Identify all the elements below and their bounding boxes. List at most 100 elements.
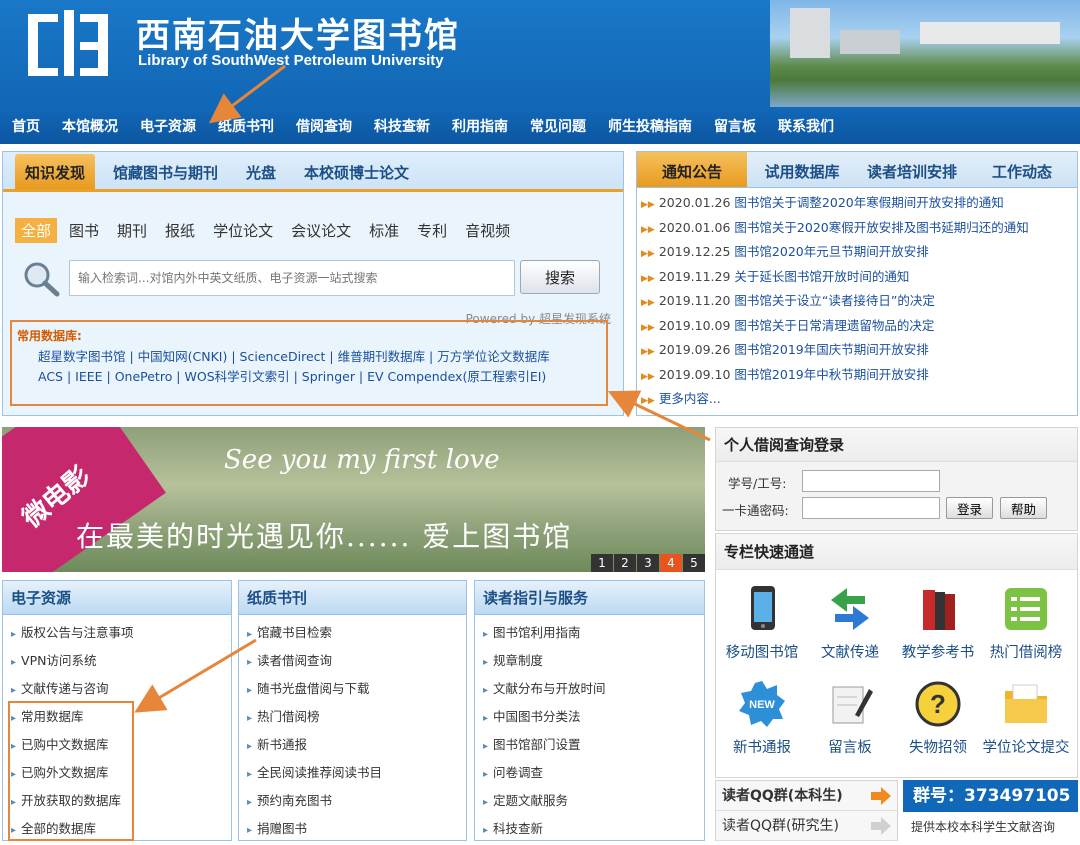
tab-training[interactable]: 读者培训安排 (857, 152, 967, 187)
list-item[interactable]: ▸ 定题文献服务 (475, 787, 704, 815)
books-icon (923, 590, 955, 630)
search-input[interactable] (69, 260, 515, 296)
list-item[interactable]: ▶▶ 2019.09.26 图书馆2019年国庆节期间开放安排 (641, 338, 1077, 363)
list-item[interactable]: ▶▶ 2019.11.20 图书馆关于设立“读者接待日”的决定 (641, 289, 1077, 314)
list-item[interactable]: ▸ 文献传递与咨询 (3, 675, 231, 703)
nav-about[interactable]: 本馆概况 (62, 116, 118, 136)
nav-submission[interactable]: 师生投稿指南 (608, 116, 692, 136)
banner-page-button[interactable]: 1 (591, 554, 613, 572)
cat-dissertations[interactable]: 学位论文 (207, 218, 279, 243)
more-link[interactable]: 更多内容... (659, 391, 721, 406)
list-item[interactable]: ▶▶ 2019.10.09 图书馆关于日常清理遗留物品的决定 (641, 314, 1077, 339)
banner-slideshow[interactable]: 微电影 See you my first love 在最美的时光遇见你.....… (2, 427, 705, 572)
help-button[interactable]: 帮助 (1000, 497, 1048, 519)
list-item[interactable]: ▸ 馆藏书目检索 (239, 619, 466, 647)
list-item[interactable]: ▸ 捐赠图书 (239, 815, 466, 843)
list-item[interactable]: ▸ 图书馆利用指南 (475, 619, 704, 647)
nav-guide[interactable]: 利用指南 (452, 116, 508, 136)
column-title: 纸质书刊 (239, 581, 466, 615)
nav-paper[interactable]: 纸质书刊 (218, 116, 274, 136)
qq-undergrad-row[interactable]: 读者QQ群(本科生) (716, 781, 897, 811)
list-item[interactable]: ▸ 文献分布与开放时间 (475, 675, 704, 703)
login-button[interactable]: 登录 (946, 497, 994, 519)
list-item[interactable]: ▶▶ 2019.12.25 图书馆2020年元旦节期间开放安排 (641, 240, 1077, 265)
quick-new-books[interactable]: NEW 新书通报 (718, 679, 806, 757)
list-item[interactable]: ▸ 读者借阅查询 (239, 647, 466, 675)
list-item[interactable]: ▸ 图书馆部门设置 (475, 731, 704, 759)
list-item[interactable]: ▸ 新书通报 (239, 731, 466, 759)
list-item[interactable]: ▸ 热门借阅榜 (239, 703, 466, 731)
note-pencil-icon (832, 686, 873, 724)
tab-trial-db[interactable]: 试用数据库 (747, 152, 857, 187)
list-item[interactable]: ▸ 全民阅读推荐阅读书目 (239, 759, 466, 787)
quick-access-title: 专栏快速通道 (716, 534, 1077, 570)
quick-popular-borrowing[interactable]: 热门借阅榜 (982, 584, 1070, 662)
list-item[interactable]: ▶▶ 2019.11.29 关于延长图书馆开放时间的通知 (641, 265, 1077, 290)
card-password-field[interactable] (802, 497, 940, 519)
login-title: 个人借阅查询登录 (716, 428, 1077, 462)
banner-tagline: 在最美的时光遇见你...... 爱上图书馆 (76, 520, 573, 553)
site-subtitle: Library of SouthWest Petroleum Universit… (138, 52, 444, 69)
folder-icon (1005, 684, 1047, 723)
tab-notices[interactable]: 通知公告 (637, 152, 747, 187)
cat-all[interactable]: 全部 (15, 218, 58, 243)
nav-home[interactable]: 首页 (12, 116, 40, 136)
mobile-phone-icon (751, 586, 775, 630)
nav-e-resources[interactable]: 电子资源 (140, 116, 196, 136)
student-id-field[interactable] (802, 470, 940, 492)
list-item[interactable]: ▶▶ 2020.01.26 图书馆关于调整2020年寒假期间开放安排的通知 (641, 191, 1077, 216)
nav-faq[interactable]: 常见问题 (530, 116, 586, 136)
notice-tabs: 通知公告 试用数据库 读者培训安排 工作动态 (637, 152, 1077, 188)
list-item[interactable]: ▶▶ 2019.09.10 图书馆2019年中秋节期间开放安排 (641, 363, 1077, 388)
banner-page-button[interactable]: 5 (683, 554, 705, 572)
database-links-row[interactable]: ACS | IEEE | OnePetro | WOS科学引文索引 | Spri… (38, 366, 546, 385)
cat-standards[interactable]: 标准 (363, 218, 405, 243)
qq-grad-row[interactable]: 读者QQ群(研究生) (716, 811, 897, 841)
banner-page-button[interactable]: 4 (660, 554, 682, 572)
banner-page-button[interactable]: 2 (614, 554, 636, 572)
double-arrow-icon: ▶▶ (641, 200, 655, 210)
list-item[interactable]: ▸ 预约南充图书 (239, 787, 466, 815)
list-item[interactable]: ▸ VPN访问系统 (3, 647, 231, 675)
quick-lost-found[interactable]: ? 失物招领 (894, 679, 982, 757)
list-item[interactable]: ▸ 版权公告与注意事项 (3, 619, 231, 647)
quick-mobile-library[interactable]: 移动图书馆 (718, 584, 806, 662)
quick-thesis-submission[interactable]: 学位论文提交 (982, 679, 1070, 757)
paper-resources-column: 纸质书刊 ▸ 馆藏书目检索 ▸ 读者借阅查询 ▸ 随书光盘借阅与下载 ▸ 热门借阅榜 ▸… (238, 580, 467, 841)
cat-conference[interactable]: 会议论文 (285, 218, 357, 243)
tab-news[interactable]: 工作动态 (967, 152, 1077, 187)
nav-novelty[interactable]: 科技查新 (374, 116, 430, 136)
qq-groups-panel: 读者QQ群(本科生) 读者QQ群(研究生) (715, 780, 898, 841)
cat-av[interactable]: 音视频 (459, 218, 516, 243)
list-item[interactable]: ▸ 规章制度 (475, 647, 704, 675)
library-logo-icon (28, 10, 108, 76)
tab-cd[interactable]: 光盘 (236, 154, 286, 189)
cat-patents[interactable]: 专利 (411, 218, 453, 243)
search-categories: 全部 图书 期刊 报纸 学位论文 会议论文 标准 专利 音视频 (15, 218, 522, 243)
quick-document-delivery[interactable]: 文献传递 (806, 584, 894, 662)
list-item[interactable]: ▶▶ 2020.01.06 图书馆关于2020寒假开放安排及图书延期归还的通知 (641, 216, 1077, 241)
quick-teaching-reference[interactable]: 教学参考书 (894, 584, 982, 662)
login-panel: 个人借阅查询登录 学号/工号: 一卡通密码: 登录 帮助 (715, 427, 1078, 531)
notice-list: ▶▶ 2020.01.26 图书馆关于调整2020年寒假期间开放安排的通知 ▶▶ 20… (637, 188, 1077, 412)
tab-discovery[interactable]: 知识发现 (15, 154, 96, 189)
list-item[interactable]: ▸ 问卷调查 (475, 759, 704, 787)
banner-page-button[interactable]: 3 (637, 554, 659, 572)
list-item[interactable]: ▸ 中国图书分类法 (475, 703, 704, 731)
tab-holdings[interactable]: 馆藏图书与期刊 (103, 154, 228, 189)
tab-theses[interactable]: 本校硕博士论文 (294, 154, 419, 189)
list-item[interactable]: ▸ 随书光盘借阅与下载 (239, 675, 466, 703)
search-button[interactable]: 搜索 (520, 260, 600, 294)
cat-newspapers[interactable]: 报纸 (159, 218, 201, 243)
list-item[interactable]: ▶▶ 更多内容... (641, 387, 1077, 412)
cat-books[interactable]: 图书 (63, 218, 105, 243)
common-databases-box: 常用数据库: 超星数字图书馆 | 中国知网(CNKI) | ScienceDir… (10, 320, 608, 406)
cat-journals[interactable]: 期刊 (111, 218, 153, 243)
main-nav: 首页 本馆概况 电子资源 纸质书刊 借阅查询 科技查新 利用指南 常见问题 师生… (0, 107, 1080, 144)
database-links-row[interactable]: 超星数字图书馆 | 中国知网(CNKI) | ScienceDirect | 维… (38, 346, 550, 365)
list-item[interactable]: ▸ 科技查新 (475, 815, 704, 843)
nav-message-board[interactable]: 留言板 (714, 116, 756, 136)
nav-borrow[interactable]: 借阅查询 (296, 116, 352, 136)
nav-contact[interactable]: 联系我们 (778, 116, 834, 136)
quick-message-board[interactable]: 留言板 (806, 679, 894, 757)
